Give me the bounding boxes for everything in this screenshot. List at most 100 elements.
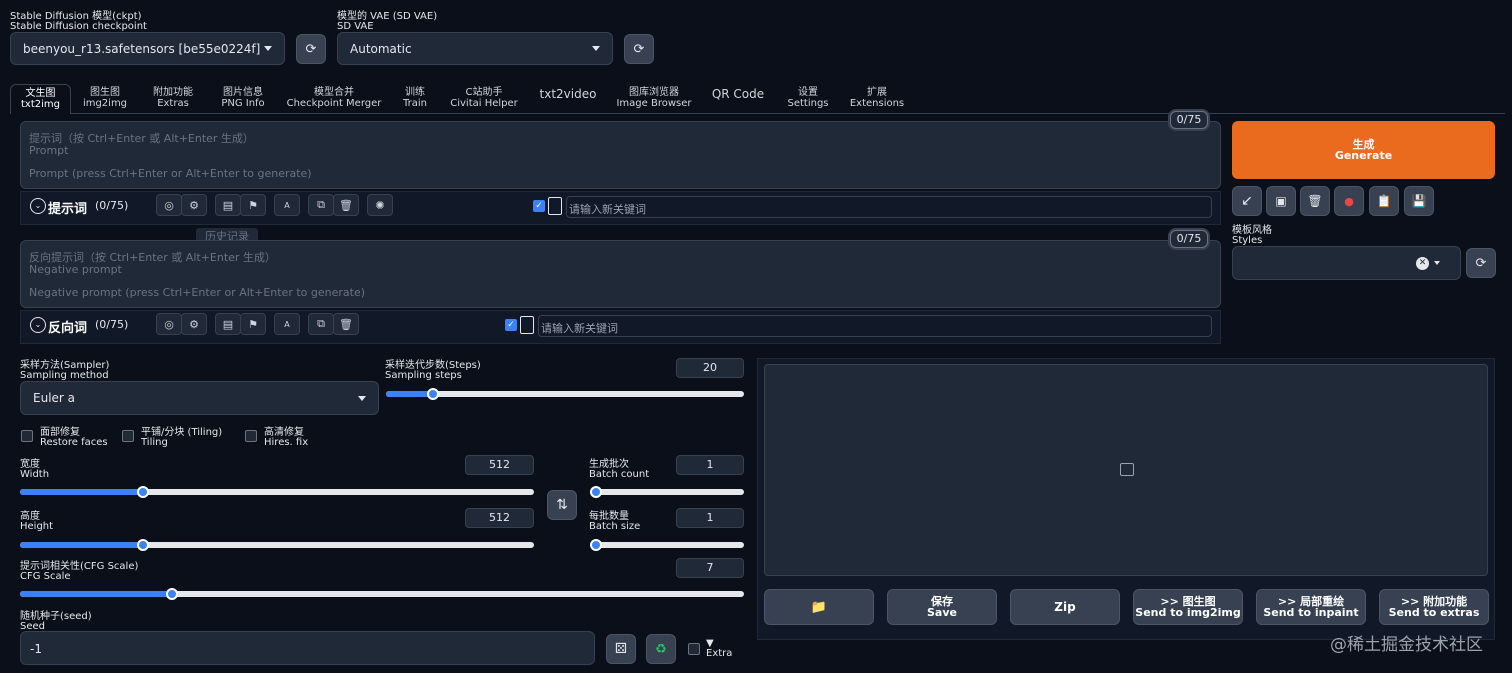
seed-input[interactable]: -1	[20, 631, 595, 665]
batch-count-input[interactable]: 1	[676, 455, 744, 475]
restore-faces-checkbox[interactable]	[21, 430, 33, 442]
tab-extensions[interactable]: 扩展 Extensions	[846, 84, 908, 114]
width-input[interactable]: 512	[465, 455, 534, 475]
batch-size-slider[interactable]	[590, 539, 744, 551]
prompt-section-count: (0/75)	[95, 199, 129, 212]
open-folder-button[interactable]: 📁	[764, 589, 874, 625]
trash-icon[interactable]: 🗑	[1300, 186, 1330, 216]
refresh-vae-button[interactable]: ⟳	[624, 34, 654, 64]
checkpoint-value: beenyou_r13.safetensors [be55e0224f]	[23, 41, 261, 56]
vae-dropdown[interactable]: Automatic	[337, 32, 613, 65]
hires-fix-label: 高清修复 Hires. fix	[264, 427, 309, 448]
sampler-dropdown[interactable]: Euler a	[20, 381, 379, 415]
zip-button[interactable]: Zip	[1010, 589, 1120, 625]
trash-icon[interactable]: 🗑	[333, 313, 359, 335]
generate-button[interactable]: 生成 Generate	[1232, 121, 1495, 179]
collapse-icon[interactable]: ⌄	[30, 198, 46, 214]
width-slider[interactable]	[20, 486, 534, 498]
negative-section-title: 反向词	[48, 321, 88, 336]
steps-slider[interactable]	[386, 388, 744, 400]
send-to-inpaint-button[interactable]: >> 局部重绘 Send to inpaint	[1256, 589, 1366, 625]
refresh-icon: ⟳	[305, 41, 317, 57]
tab-qr-code[interactable]: QR Code	[706, 84, 770, 114]
save-button[interactable]: 保存 Save	[887, 589, 997, 625]
trash-icon[interactable]: 🗑	[333, 194, 359, 216]
tab-extras[interactable]: 附加功能 Extras	[145, 84, 201, 114]
bookmark-icon[interactable]: ⚑	[240, 313, 266, 335]
collapse-icon[interactable]: ⌄	[30, 317, 46, 333]
tab-checkpoint-merger[interactable]: 模型合并 Checkpoint Merger	[285, 84, 383, 114]
height-slider[interactable]	[20, 539, 534, 551]
refresh-icon: ⟳	[633, 41, 645, 57]
swap-dimensions-icon[interactable]: ⇅	[547, 490, 577, 520]
steps-label: 采样迭代步数(Steps) Sampling steps	[385, 360, 481, 381]
translate-globe-icon[interactable]: ◎	[156, 313, 182, 335]
negative-prompt-label: 反向提示词（按 Ctrl+Enter 或 Alt+Enter 生成） Negati…	[29, 251, 276, 276]
refresh-checkpoint-button[interactable]: ⟳	[296, 34, 326, 64]
extra-seed-checkbox[interactable]	[688, 643, 700, 655]
chevron-down-icon	[358, 395, 366, 401]
save-style-icon[interactable]: 💾	[1404, 186, 1434, 216]
chevron-down-icon	[1434, 261, 1440, 265]
openai-icon[interactable]: ✺	[367, 194, 393, 216]
cfg-slider[interactable]	[20, 588, 744, 600]
keyword-checkbox[interactable]: ✓	[505, 319, 517, 331]
tab-image-browser[interactable]: 图库浏览器 Image Browser	[614, 84, 694, 114]
extra-networks-icon[interactable]: ●	[1334, 186, 1364, 216]
checkpoint-label: Stable Diffusion 模型(ckpt) Stable Diffusio…	[10, 11, 147, 32]
sampler-value: Euler a	[33, 391, 76, 405]
steps-input[interactable]: 20	[676, 358, 744, 378]
phone-icon	[548, 197, 562, 215]
gear-icon[interactable]: ⚙	[181, 313, 207, 335]
dice-icon[interactable]: ⚄	[606, 634, 636, 664]
refresh-icon: ⟳	[1475, 255, 1487, 271]
recycle-icon[interactable]: ♻	[646, 634, 676, 664]
translate-icon[interactable]: A	[274, 313, 300, 335]
clipboard-icon[interactable]: 📋	[1369, 186, 1399, 216]
extra-seed-label: ▼ Extra	[706, 638, 733, 659]
tab-png-info[interactable]: 图片信息 PNG Info	[214, 84, 272, 114]
tab-txt2video[interactable]: txt2video	[534, 84, 602, 114]
send-to-img2img-button[interactable]: >> 图生图 Send to img2img	[1133, 589, 1243, 625]
watermark: @稀土掘金技术社区	[1330, 635, 1483, 655]
vae-value: Automatic	[350, 41, 412, 56]
keyword-input[interactable]: 请输入新关键词	[566, 196, 1212, 218]
bookmark-icon[interactable]: ⚑	[240, 194, 266, 216]
history-icon[interactable]: ▤	[215, 313, 241, 335]
gear-icon[interactable]: ⚙	[181, 194, 207, 216]
negative-prompt-textarea[interactable]: 反向提示词（按 Ctrl+Enter 或 Alt+Enter 生成） Negati…	[20, 240, 1221, 308]
keyword-input[interactable]: 请输入新关键词	[538, 315, 1212, 337]
prompt-textarea[interactable]: 提示词（按 Ctrl+Enter 或 Alt+Enter 生成） Prompt P…	[20, 121, 1221, 189]
checkpoint-dropdown[interactable]: beenyou_r13.safetensors [be55e0224f]	[10, 32, 285, 65]
batch-size-input[interactable]: 1	[676, 508, 744, 528]
send-to-extras-button[interactable]: >> 附加功能 Send to extras	[1379, 589, 1489, 625]
batch-count-slider[interactable]	[590, 486, 744, 498]
paste-icon[interactable]: ▣	[1266, 186, 1296, 216]
clear-icon[interactable]: ✕	[1416, 257, 1429, 270]
chevron-down-icon	[264, 46, 272, 51]
tiling-label: 平铺/分块 (Tiling) Tiling	[141, 427, 223, 448]
cfg-label: 提示词相关性(CFG Scale) CFG Scale	[20, 561, 139, 582]
batch-count-label: 生成批次 Batch count	[589, 459, 650, 480]
translate-globe-icon[interactable]: ◎	[156, 194, 182, 216]
read-params-icon[interactable]: ↙	[1232, 186, 1262, 216]
keyword-checkbox[interactable]: ✓	[533, 200, 545, 212]
copy-icon[interactable]: ⧉	[308, 194, 334, 216]
refresh-styles-button[interactable]: ⟳	[1466, 248, 1496, 278]
history-icon[interactable]: ▤	[215, 194, 241, 216]
prompt-label: 提示词（按 Ctrl+Enter 或 Alt+Enter 生成） Prompt	[29, 132, 254, 157]
tab-img2img[interactable]: 图生图 img2img	[78, 84, 132, 114]
tab-settings[interactable]: 设置 Settings	[782, 84, 834, 114]
negative-section-count: (0/75)	[95, 318, 129, 331]
hires-fix-checkbox[interactable]	[245, 430, 257, 442]
tab-train[interactable]: 训练 Train	[396, 84, 434, 114]
tiling-checkbox[interactable]	[122, 430, 134, 442]
styles-dropdown[interactable]: ✕	[1232, 246, 1461, 280]
tab-txt2img[interactable]: 文生图 txt2img	[10, 84, 71, 114]
height-input[interactable]: 512	[465, 508, 534, 528]
tab-civitai-helper[interactable]: C站助手 Civitai Helper	[446, 84, 522, 114]
copy-icon[interactable]: ⧉	[308, 313, 334, 335]
cfg-input[interactable]: 7	[676, 558, 744, 578]
translate-icon[interactable]: A	[274, 194, 300, 216]
seed-label: 随机种子(seed) Seed	[20, 611, 92, 632]
